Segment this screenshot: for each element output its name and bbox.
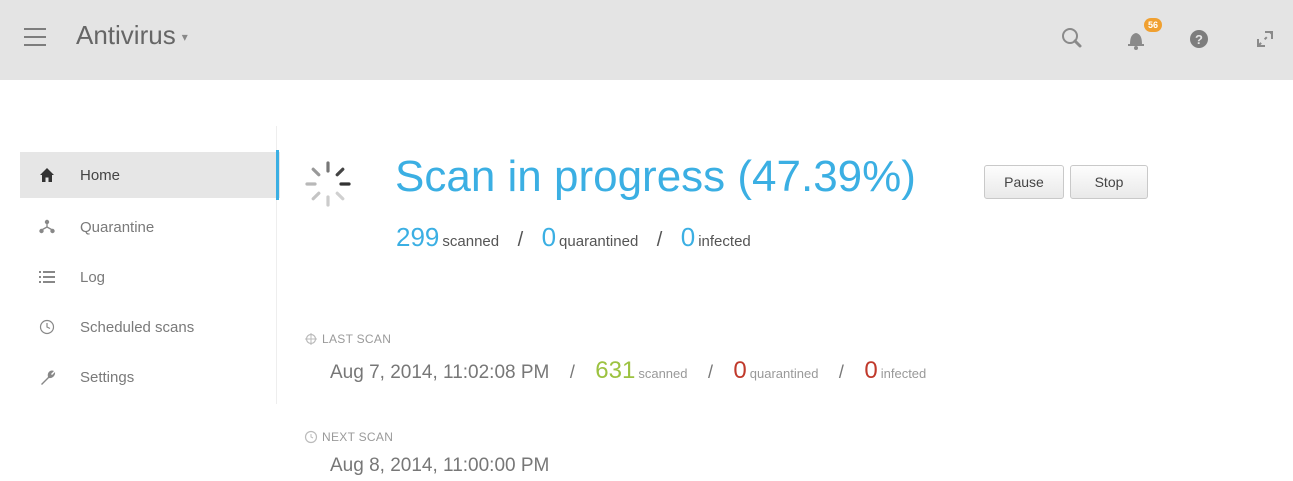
next-scan-heading: NEXT SCAN <box>304 430 393 444</box>
scan-progress-stats: 299 scanned / 0 quarantined / 0 infected <box>396 222 751 253</box>
svg-text:?: ? <box>1195 32 1203 47</box>
last-scanned-label: scanned <box>638 366 688 381</box>
next-scan-label: NEXT SCAN <box>322 430 394 444</box>
infected-label: infected <box>698 233 751 250</box>
pause-button[interactable]: Pause <box>984 165 1064 199</box>
spinner-icon <box>302 158 354 210</box>
sidebar-item-quarantine[interactable]: Quarantine <box>20 202 280 252</box>
stat-separator: / <box>517 229 524 251</box>
stat-separator: / <box>838 362 844 382</box>
target-icon <box>304 332 318 346</box>
last-scanned-count: 631 <box>595 357 636 384</box>
notification-badge: 56 <box>1144 18 1162 32</box>
sidebar-item-scheduled-scans[interactable]: Scheduled scans <box>20 302 280 352</box>
last-scan-summary: Aug 7, 2014, 11:02:08 PM / 631 scanned / … <box>330 357 926 385</box>
expand-icon[interactable] <box>1250 24 1280 54</box>
infected-count: 0 <box>680 222 696 252</box>
top-bar: Antivirus ▾ 56 ? <box>0 0 1293 80</box>
sidebar-item-label: Home <box>80 166 121 184</box>
menu-icon[interactable] <box>24 28 46 46</box>
app-title: Antivirus <box>76 20 176 50</box>
last-scan-date: Aug 7, 2014, 11:02:08 PM <box>330 362 550 383</box>
home-icon <box>36 164 58 186</box>
stop-button[interactable]: Stop <box>1070 165 1148 199</box>
last-scan-label: LAST SCAN <box>322 332 392 346</box>
last-quarantined-count: 0 <box>733 357 747 384</box>
stat-separator: / <box>569 362 575 382</box>
wrench-icon <box>36 366 58 388</box>
next-scan-date: Aug 8, 2014, 11:00:00 PM <box>330 455 550 476</box>
scan-status-title: Scan in progress (47.39%) <box>395 152 916 201</box>
sidebar-item-settings[interactable]: Settings <box>20 352 280 402</box>
sidebar-item-log[interactable]: Log <box>20 252 280 302</box>
active-item-indicator <box>276 150 279 200</box>
sidebar-item-label: Quarantine <box>80 218 155 236</box>
help-icon[interactable]: ? <box>1185 24 1215 54</box>
sidebar-item-label: Settings <box>80 368 135 386</box>
list-icon <box>36 266 58 288</box>
quarantined-count: 0 <box>541 222 557 252</box>
scanned-count: 299 <box>396 222 440 252</box>
clock-icon <box>304 430 318 444</box>
sidebar-item-label: Log <box>80 268 106 286</box>
clock-icon <box>36 316 58 338</box>
sidebar-item-home[interactable]: Home <box>20 152 280 198</box>
scanned-label: scanned <box>442 233 500 250</box>
search-icon[interactable] <box>1058 24 1088 54</box>
quarantined-label: quarantined <box>559 233 639 250</box>
stat-separator: / <box>656 229 663 251</box>
chevron-down-icon: ▾ <box>181 30 188 45</box>
last-infected-label: infected <box>880 366 927 381</box>
last-infected-count: 0 <box>864 357 878 384</box>
quarantine-icon <box>36 216 58 238</box>
sidebar-item-label: Scheduled scans <box>80 318 195 336</box>
app-title-dropdown[interactable]: Antivirus ▾ <box>76 20 188 51</box>
sidebar-nav: Home Quarantine Log Scheduled scans Sett… <box>20 152 280 402</box>
last-quarantined-label: quarantined <box>749 366 819 381</box>
stat-separator: / <box>707 362 713 382</box>
last-scan-heading: LAST SCAN <box>304 332 391 346</box>
